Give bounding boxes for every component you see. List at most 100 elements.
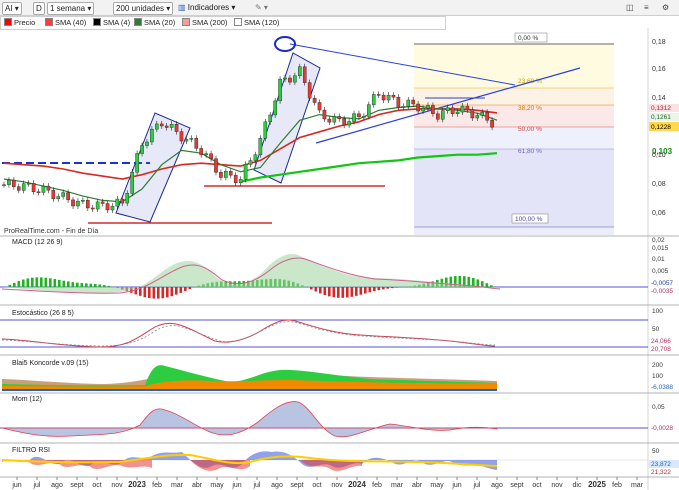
y-tick: 0,16 <box>652 66 666 73</box>
macd-bar <box>175 287 178 295</box>
macd-bar <box>103 285 106 287</box>
candle <box>357 113 361 118</box>
candle <box>61 192 65 197</box>
candle <box>322 109 327 120</box>
candle <box>406 99 411 107</box>
candle <box>376 94 381 96</box>
candle <box>485 112 489 121</box>
macd-tick: 0,015 <box>652 245 669 252</box>
candle <box>248 160 253 165</box>
stoch-d <box>1 321 496 347</box>
macd-bar <box>179 287 183 293</box>
candle <box>411 99 415 105</box>
x-tick-label: dic <box>573 482 582 489</box>
price-tag: 0,1228 <box>651 124 671 131</box>
stock-chart[interactable]: 0,00 % 23,60 % 38,20 % 50,00 % 61,80 % 1… <box>0 28 679 490</box>
rsi-tag: 21,322 <box>651 469 671 476</box>
fib-label-61: 61,80 % <box>518 148 542 155</box>
candle <box>416 103 420 112</box>
candle <box>209 153 213 159</box>
macd-bar <box>143 287 147 298</box>
x-tick-label: jul <box>32 482 40 489</box>
macd-bar <box>341 287 345 298</box>
macd-bar <box>53 279 57 287</box>
macd-bar <box>481 281 484 287</box>
macd-area <box>2 253 500 294</box>
macd-bar <box>89 283 93 287</box>
settings-icon[interactable]: ⚙ <box>662 2 669 13</box>
macd-bar <box>40 277 43 287</box>
units-select[interactable]: 200 unidades ▾ <box>113 2 174 15</box>
rsi-panel: FILTRO RSI 50 23,872 21,322 <box>0 447 679 476</box>
x-tick-label: sept <box>510 482 523 489</box>
period-select[interactable]: 1 semana ▾ <box>47 2 95 15</box>
candle <box>475 115 480 119</box>
legend-item-sma20[interactable]: SMA (20) <box>134 18 175 28</box>
candle <box>115 198 120 207</box>
candle <box>36 191 41 193</box>
fib-label-50: 50,00 % <box>518 126 542 133</box>
macd-bar <box>346 287 349 298</box>
macd-bar <box>31 277 34 287</box>
fib-zone-0 <box>414 44 614 88</box>
price-tag: 0,1261 <box>651 114 671 121</box>
x-tick-label: sept <box>70 482 83 489</box>
candle <box>396 96 401 108</box>
candle <box>460 105 465 113</box>
legend-swatch <box>45 18 53 26</box>
legend-item-sma4[interactable]: SMA (4) <box>93 18 130 28</box>
stoch-k <box>1 319 496 348</box>
koncorde-blue <box>2 389 497 391</box>
macd-bar <box>49 278 52 287</box>
candle <box>312 97 317 103</box>
macd-bar <box>22 279 25 287</box>
candle <box>21 183 26 191</box>
indicators-button[interactable]: ▥ Indicadores ▾ <box>178 2 235 13</box>
menu-icon[interactable]: ≡ <box>644 2 649 13</box>
d-button[interactable]: D <box>33 2 45 15</box>
stoch-tick: 50 <box>652 326 660 333</box>
koncorde-tag: -6,0388 <box>651 384 673 391</box>
camera-icon[interactable]: ◫ <box>626 2 634 13</box>
candle <box>342 118 346 126</box>
legend-item-precio[interactable]: Precio <box>4 18 35 28</box>
candle <box>263 121 268 139</box>
candle <box>125 193 130 204</box>
candle <box>283 77 287 80</box>
macd-bar <box>8 284 12 287</box>
candle <box>455 111 460 114</box>
price-panel: 0,00 % 23,60 % 38,20 % 50,00 % 61,80 % 1… <box>2 28 679 490</box>
x-tick-label: jun <box>451 482 461 489</box>
legend-item-sma200[interactable]: SMA (200) <box>182 18 227 28</box>
momentum-panel: Mom (12) 0,05 -0,0028 <box>0 396 673 438</box>
candle <box>337 116 342 119</box>
macd-label: MACD (12 26 9) <box>12 239 63 246</box>
candle <box>233 174 238 183</box>
koncorde-tick: 200 <box>652 362 663 369</box>
candle <box>105 203 110 211</box>
candle <box>12 179 16 187</box>
mom-tag: -0,0028 <box>651 425 673 432</box>
legend-item-sma40[interactable]: SMA (40) <box>45 18 86 28</box>
candle <box>490 120 494 128</box>
candle <box>159 123 164 127</box>
macd-tag: -0,0035 <box>651 288 673 295</box>
candle <box>401 106 406 108</box>
macd-bar <box>395 287 399 288</box>
macd-bar <box>13 282 16 287</box>
candle <box>120 198 125 204</box>
candle <box>51 190 56 199</box>
legend-item-sma120[interactable]: SMA (120) <box>234 18 279 28</box>
x-tick-label: feb <box>612 482 622 489</box>
symbol-select[interactable]: AI ▾ <box>2 2 22 15</box>
legend-swatch <box>182 18 190 26</box>
mom-tick: 0,05 <box>652 404 665 411</box>
candle <box>130 171 134 194</box>
candle <box>214 158 218 173</box>
draw-tool-icon[interactable]: ✎ ▾ <box>255 2 268 13</box>
candle <box>46 185 51 191</box>
x-tick-label: feb <box>152 482 162 489</box>
x-tick-label: mar <box>171 482 184 489</box>
macd-bar <box>319 287 322 294</box>
mom-area <box>1 401 498 438</box>
